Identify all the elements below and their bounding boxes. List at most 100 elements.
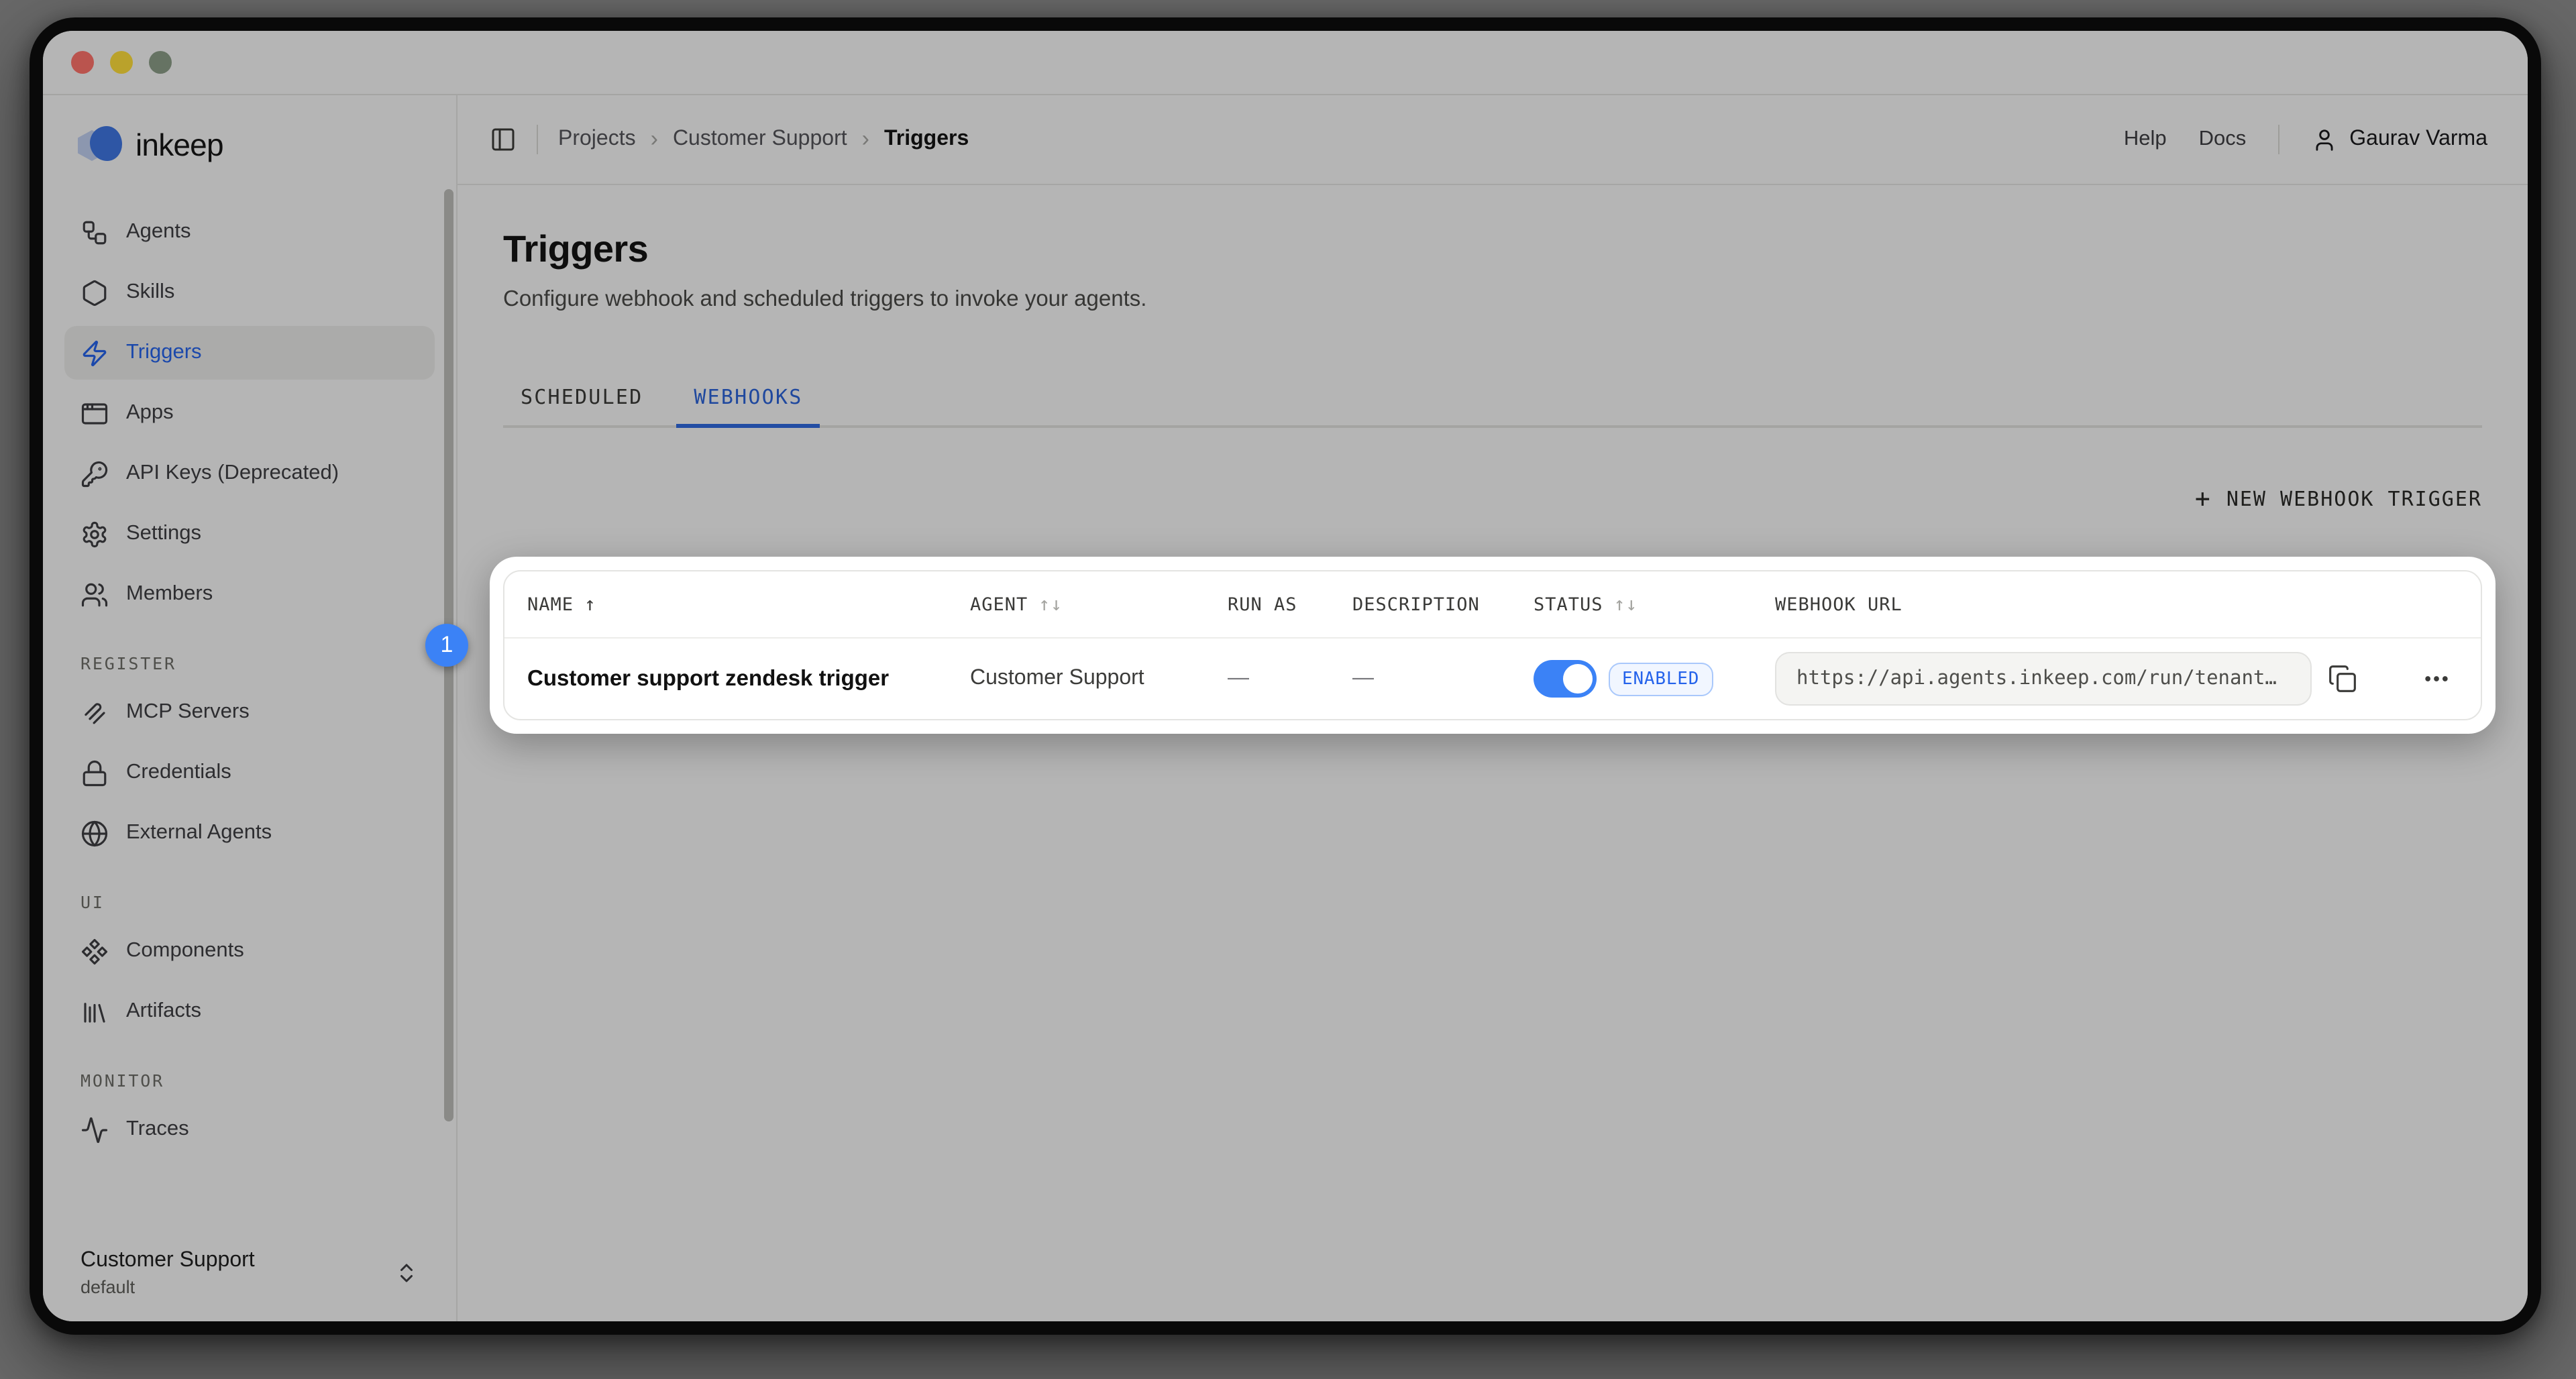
column-header-description: DESCRIPTION (1330, 594, 1511, 615)
plus-icon: + (2195, 484, 2212, 514)
workflow-icon (80, 218, 109, 246)
trigger-description-cell: — (1330, 667, 1511, 691)
library-icon (80, 997, 109, 1026)
sidebar-item-mcp-servers[interactable]: MCP Servers (64, 685, 435, 739)
sidebar-item-label: API Keys (Deprecated) (126, 461, 339, 486)
page-content: Triggers Configure webhook and scheduled… (458, 185, 2528, 1321)
sidebar-item-components[interactable]: Components (64, 924, 435, 978)
table-toolbar: + NEW WEBHOOK TRIGGER (503, 484, 2482, 514)
sidebar-item-skills[interactable]: Skills (64, 266, 435, 319)
tab-bar: SCHEDULED WEBHOOKS (503, 382, 2482, 428)
trigger-run-as-cell: — (1205, 667, 1330, 691)
sidebar-item-label: Credentials (126, 761, 231, 785)
sort-both-icon: ↑↓ (1038, 594, 1063, 615)
zoom-button[interactable] (149, 51, 172, 74)
chevron-right-icon: › (862, 126, 869, 153)
sidebar-item-members[interactable]: Members (64, 567, 435, 621)
trigger-webhook-url-cell: https://api.agents.inkeep.com/run/tenant… (1752, 652, 2481, 706)
sidebar-item-label: Apps (126, 401, 174, 425)
breadcrumb-triggers: Triggers (884, 127, 969, 152)
sidebar-item-label: Components (126, 939, 244, 963)
sidebar-item-label: MCP Servers (126, 700, 250, 724)
sidebar-item-label: Settings (126, 522, 201, 546)
new-webhook-trigger-button[interactable]: + NEW WEBHOOK TRIGGER (2195, 484, 2482, 514)
sidebar-item-credentials[interactable]: Credentials (64, 746, 435, 799)
table-header-row: NAME ↑ AGENT ↑↓ RUN AS (504, 571, 2481, 639)
column-header-run-as: RUN AS (1205, 594, 1330, 615)
column-header-name[interactable]: NAME ↑ (504, 594, 947, 615)
user-name: Gaurav Varma (2349, 127, 2487, 152)
column-header-status[interactable]: STATUS ↑↓ (1511, 594, 1752, 615)
help-link[interactable]: Help (2124, 127, 2167, 152)
globe-icon (80, 819, 109, 847)
column-header-webhook-url: WEBHOOK URL (1752, 594, 2481, 615)
project-switcher[interactable]: Customer Support default (64, 1241, 435, 1305)
trigger-status-cell: ENABLED (1511, 660, 1752, 698)
header-divider (2278, 125, 2279, 154)
sidebar-item-label: Agents (126, 220, 191, 244)
window-titlebar (43, 31, 2528, 95)
main-area: Projects › Customer Support › Triggers H… (458, 95, 2528, 1321)
more-actions-icon[interactable] (2422, 664, 2451, 694)
app-window: inkeep Agents Skills Triggers (43, 31, 2528, 1321)
tab-webhooks[interactable]: WEBHOOKS (676, 382, 820, 428)
mcp-icon (80, 698, 109, 726)
chevron-right-icon: › (651, 126, 658, 153)
copy-icon[interactable] (2328, 664, 2357, 694)
header-divider (537, 125, 538, 154)
project-name: Customer Support (80, 1249, 255, 1273)
sidebar-item-api-keys[interactable]: API Keys (Deprecated) (64, 447, 435, 500)
sidebar-item-agents[interactable]: Agents (64, 205, 435, 259)
webhook-url-field[interactable]: https://api.agents.inkeep.com/run/tenant… (1775, 652, 2312, 706)
sort-asc-icon: ↑ (584, 594, 596, 615)
minimize-button[interactable] (110, 51, 133, 74)
inkeep-logo-icon (78, 125, 123, 165)
table-row[interactable]: Customer support zendesk trigger Custome… (504, 639, 2481, 719)
sidebar-item-label: Traces (126, 1117, 189, 1142)
breadcrumb-customer-support[interactable]: Customer Support (673, 127, 847, 152)
activity-icon (80, 1115, 109, 1144)
zap-icon (80, 339, 109, 367)
status-badge: ENABLED (1609, 662, 1713, 696)
breadcrumb: Projects › Customer Support › Triggers (558, 126, 969, 153)
sidebar-section-ui: UI (80, 892, 419, 912)
breadcrumb-projects[interactable]: Projects (558, 127, 636, 152)
inkeep-logo: inkeep (78, 125, 421, 165)
users-icon (80, 580, 109, 608)
trigger-name-cell: Customer support zendesk trigger (504, 666, 947, 692)
sort-both-icon: ↑↓ (1614, 594, 1638, 615)
status-toggle[interactable] (1534, 660, 1597, 698)
sidebar-item-label: Members (126, 582, 213, 606)
sidebar-item-label: Skills (126, 280, 174, 305)
docs-link[interactable]: Docs (2199, 127, 2247, 152)
user-icon (2312, 127, 2337, 152)
close-button[interactable] (71, 51, 94, 74)
sidebar-item-triggers[interactable]: Triggers (64, 326, 435, 380)
tab-scheduled[interactable]: SCHEDULED (503, 382, 660, 428)
project-environment: default (80, 1277, 255, 1297)
user-menu[interactable]: Gaurav Varma (2312, 127, 2487, 152)
sidebar-section-register: REGISTER (80, 653, 419, 673)
sidebar-item-label: External Agents (126, 821, 272, 845)
sidebar-item-apps[interactable]: Apps (64, 386, 435, 440)
sidebar-item-traces[interactable]: Traces (64, 1103, 435, 1156)
column-header-agent[interactable]: AGENT ↑↓ (947, 594, 1205, 615)
component-icon (80, 937, 109, 965)
sidebar-section-monitor: MONITOR (80, 1070, 419, 1091)
annotation-badge: 1 (425, 624, 468, 667)
sidebar-item-settings[interactable]: Settings (64, 507, 435, 561)
trigger-agent-cell: Customer Support (947, 667, 1205, 691)
main-header: Projects › Customer Support › Triggers H… (458, 95, 2528, 185)
inkeep-logo-text: inkeep (136, 127, 223, 163)
key-icon (80, 459, 109, 488)
app-window-icon (80, 399, 109, 427)
chevrons-up-down-icon (394, 1261, 419, 1285)
lock-icon (80, 759, 109, 787)
device-frame: inkeep Agents Skills Triggers (30, 17, 2541, 1335)
panel-left-icon[interactable] (490, 126, 517, 153)
gear-icon (80, 520, 109, 548)
sidebar-item-artifacts[interactable]: Artifacts (64, 985, 435, 1038)
sidebar-item-external-agents[interactable]: External Agents (64, 806, 435, 860)
triggers-table: NAME ↑ AGENT ↑↓ RUN AS (503, 570, 2482, 720)
sidebar-item-label: Artifacts (126, 999, 201, 1024)
